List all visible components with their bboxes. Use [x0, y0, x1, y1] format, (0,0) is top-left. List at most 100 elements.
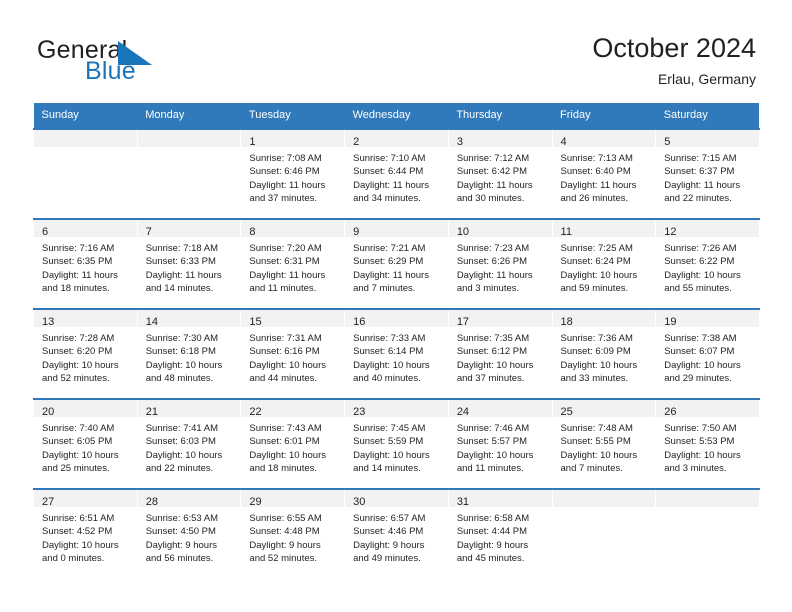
- sunset-text: Sunset: 5:57 PM: [456, 436, 528, 448]
- calendar-day-cell[interactable]: 16 Sunrise: 7:33 AM Sunset: 6:14 PM Dayligh…: [344, 308, 449, 399]
- daylight-text-line1: Daylight: 10 hours: [42, 539, 119, 551]
- day-number: 17: [456, 316, 470, 328]
- day-number-band: 24: [448, 400, 552, 418]
- calendar-day-cell[interactable]: 8 Sunrise: 7:20 AM Sunset: 6:31 PM Daylight…: [240, 218, 346, 309]
- day-number: 5: [664, 136, 671, 148]
- sunrise-text: Sunrise: 7:26 AM: [664, 243, 737, 254]
- daylight-text-line1: Daylight: 10 hours: [145, 359, 223, 371]
- day-number: 10: [456, 226, 470, 238]
- daylight-text-line1: Daylight: 10 hours: [664, 359, 741, 371]
- sunrise-text: Sunrise: 7:43 AM: [249, 423, 322, 434]
- calendar-day-cell[interactable]: 10 Sunrise: 7:23 AM Sunset: 6:26 PM Dayligh…: [447, 218, 553, 309]
- day-details: Sunrise: 7:25 AM Sunset: 6:24 PM Daylight:…: [553, 237, 656, 296]
- sunrise-text: Sunrise: 7:28 AM: [42, 333, 115, 344]
- logo-triangle-icon: [118, 41, 152, 65]
- daylight-text-line1: Daylight: 10 hours: [664, 269, 741, 281]
- daylight-text-line1: Daylight: 10 hours: [353, 359, 430, 371]
- day-details: Sunrise: 6:57 AM Sunset: 4:46 PM Daylight:…: [345, 507, 448, 566]
- day-number-band: 6: [34, 220, 137, 238]
- calendar-day-cell[interactable]: 7 Sunrise: 7:18 AM Sunset: 6:33 PM Daylight…: [136, 218, 242, 309]
- calendar-table: Sunday Monday Tuesday Wednesday Thursday…: [33, 103, 760, 578]
- sunrise-text: Sunrise: 7:12 AM: [456, 153, 530, 164]
- calendar-day-cell[interactable]: 15 Sunrise: 7:31 AM Sunset: 6:16 PM Dayligh…: [240, 308, 346, 399]
- calendar-day-cell-empty: [33, 128, 138, 219]
- day-number-band: 16: [345, 310, 448, 328]
- daylight-text-line1: Daylight: 10 hours: [249, 359, 326, 371]
- calendar-day-cell[interactable]: 21 Sunrise: 7:41 AM Sunset: 6:03 PM Dayligh…: [136, 398, 242, 489]
- daylight-text-line2: and 7 minutes.: [560, 463, 623, 475]
- daylight-text-line1: Daylight: 9 hours: [456, 539, 529, 551]
- calendar-day-cell[interactable]: 26 Sunrise: 7:50 AM Sunset: 5:53 PM Dayligh…: [655, 398, 760, 489]
- day-number-band: 11: [552, 220, 656, 238]
- day-number: 31: [456, 496, 470, 508]
- calendar-day-cell[interactable]: 28 Sunrise: 6:53 AM Sunset: 4:50 PM Dayligh…: [136, 488, 242, 578]
- calendar-day-cell[interactable]: 30 Sunrise: 6:57 AM Sunset: 4:46 PM Dayligh…: [344, 488, 449, 578]
- calendar-day-cell[interactable]: 2 Sunrise: 7:10 AM Sunset: 6:44 PM Daylight…: [344, 128, 449, 219]
- day-number: 8: [249, 226, 256, 238]
- sunrise-text: Sunrise: 7:45 AM: [353, 423, 426, 434]
- sunset-text: Sunset: 6:29 PM: [353, 256, 424, 268]
- calendar-day-cell[interactable]: 12 Sunrise: 7:26 AM Sunset: 6:22 PM Dayligh…: [655, 218, 760, 309]
- general-blue-logo[interactable]: General Blue: [37, 36, 267, 88]
- daylight-text-line2: and 14 minutes.: [353, 463, 421, 475]
- calendar-day-cell[interactable]: 17 Sunrise: 7:35 AM Sunset: 6:12 PM Dayligh…: [447, 308, 553, 399]
- daylight-text-line2: and 40 minutes.: [353, 373, 421, 385]
- calendar-day-cell[interactable]: 22 Sunrise: 7:43 AM Sunset: 6:01 PM Dayligh…: [240, 398, 346, 489]
- sunrise-text: Sunrise: 7:48 AM: [560, 423, 633, 434]
- calendar-day-cell[interactable]: 24 Sunrise: 7:46 AM Sunset: 5:57 PM Dayligh…: [447, 398, 553, 489]
- calendar-day-cell[interactable]: 18 Sunrise: 7:36 AM Sunset: 6:09 PM Dayligh…: [551, 308, 657, 399]
- sunrise-text: Sunrise: 6:53 AM: [145, 513, 219, 524]
- day-number-band: 27: [34, 490, 137, 508]
- sunset-text: Sunset: 4:50 PM: [145, 526, 216, 538]
- daylight-text-line1: Daylight: 11 hours: [249, 269, 326, 281]
- day-details: Sunrise: 7:36 AM Sunset: 6:09 PM Daylight:…: [553, 327, 656, 386]
- page-title: October 2024: [592, 33, 756, 63]
- calendar-day-cell[interactable]: 14 Sunrise: 7:30 AM Sunset: 6:18 PM Dayligh…: [136, 308, 242, 399]
- calendar-day-cell[interactable]: 1 Sunrise: 7:08 AM Sunset: 6:46 PM Daylight…: [240, 128, 346, 219]
- sunset-text: Sunset: 6:20 PM: [42, 346, 113, 358]
- daylight-text-line1: Daylight: 9 hours: [145, 539, 217, 551]
- weekday-header-tuesday: Tuesday: [240, 103, 345, 129]
- day-number-band: 2: [345, 130, 448, 148]
- day-details: Sunrise: 6:53 AM Sunset: 4:50 PM Daylight:…: [138, 507, 241, 566]
- calendar-day-cell[interactable]: 20 Sunrise: 7:40 AM Sunset: 6:05 PM Dayligh…: [33, 398, 138, 489]
- sunset-text: Sunset: 6:16 PM: [249, 346, 320, 358]
- calendar-day-cell[interactable]: 5 Sunrise: 7:15 AM Sunset: 6:37 PM Daylight…: [655, 128, 760, 219]
- daylight-text-line2: and 25 minutes.: [42, 463, 110, 475]
- day-details: Sunrise: 7:26 AM Sunset: 6:22 PM Daylight:…: [656, 237, 759, 296]
- day-number: 6: [42, 226, 49, 238]
- sunset-text: Sunset: 6:03 PM: [145, 436, 216, 448]
- calendar-day-cell[interactable]: 31 Sunrise: 6:58 AM Sunset: 4:44 PM Dayligh…: [447, 488, 553, 578]
- calendar-day-cell[interactable]: 11 Sunrise: 7:25 AM Sunset: 6:24 PM Dayligh…: [551, 218, 657, 309]
- day-number-band: 20: [34, 400, 137, 418]
- calendar-day-cell[interactable]: 25 Sunrise: 7:48 AM Sunset: 5:55 PM Dayligh…: [551, 398, 657, 489]
- daylight-text-line2: and 22 minutes.: [145, 463, 214, 475]
- daylight-text-line1: Daylight: 10 hours: [42, 449, 119, 461]
- day-details: Sunrise: 7:08 AM Sunset: 6:46 PM Daylight:…: [241, 147, 344, 206]
- calendar-day-cell[interactable]: 6 Sunrise: 7:16 AM Sunset: 6:35 PM Daylight…: [33, 218, 138, 309]
- sunrise-text: Sunrise: 7:18 AM: [145, 243, 219, 254]
- calendar-day-cell[interactable]: 29 Sunrise: 6:55 AM Sunset: 4:48 PM Dayligh…: [240, 488, 346, 578]
- day-number-band: 19: [656, 310, 759, 328]
- calendar-day-cell[interactable]: 23 Sunrise: 7:45 AM Sunset: 5:59 PM Dayligh…: [344, 398, 449, 489]
- calendar-week-row: 6 Sunrise: 7:16 AM Sunset: 6:35 PM Daylight…: [33, 218, 760, 309]
- day-number: 14: [145, 316, 158, 328]
- day-number-band: 25: [552, 400, 656, 418]
- calendar-body: 1 Sunrise: 7:08 AM Sunset: 6:46 PM Daylight…: [33, 128, 760, 578]
- calendar-day-cell[interactable]: 9 Sunrise: 7:21 AM Sunset: 6:29 PM Daylight…: [344, 218, 449, 309]
- sunrise-text: Sunrise: 7:21 AM: [353, 243, 426, 254]
- calendar-day-cell[interactable]: 13 Sunrise: 7:28 AM Sunset: 6:20 PM Dayligh…: [33, 308, 138, 399]
- calendar-day-cell[interactable]: 19 Sunrise: 7:38 AM Sunset: 6:07 PM Dayligh…: [655, 308, 760, 399]
- day-number-band: 9: [345, 220, 448, 238]
- day-number: 24: [456, 406, 470, 418]
- calendar-day-cell[interactable]: 27 Sunrise: 6:51 AM Sunset: 4:52 PM Dayligh…: [33, 488, 138, 578]
- daylight-text-line2: and 37 minutes.: [249, 193, 318, 205]
- sunset-text: Sunset: 6:26 PM: [456, 256, 528, 268]
- calendar-day-cell[interactable]: 4 Sunrise: 7:13 AM Sunset: 6:40 PM Daylight…: [551, 128, 657, 219]
- day-number: 21: [145, 406, 158, 418]
- calendar-day-cell[interactable]: 3 Sunrise: 7:12 AM Sunset: 6:42 PM Daylight…: [447, 128, 553, 219]
- sunset-text: Sunset: 6:14 PM: [353, 346, 424, 358]
- day-details: Sunrise: 7:10 AM Sunset: 6:44 PM Daylight:…: [345, 147, 448, 206]
- day-number-band: 4: [552, 130, 656, 148]
- weekday-header-wednesday: Wednesday: [344, 103, 449, 129]
